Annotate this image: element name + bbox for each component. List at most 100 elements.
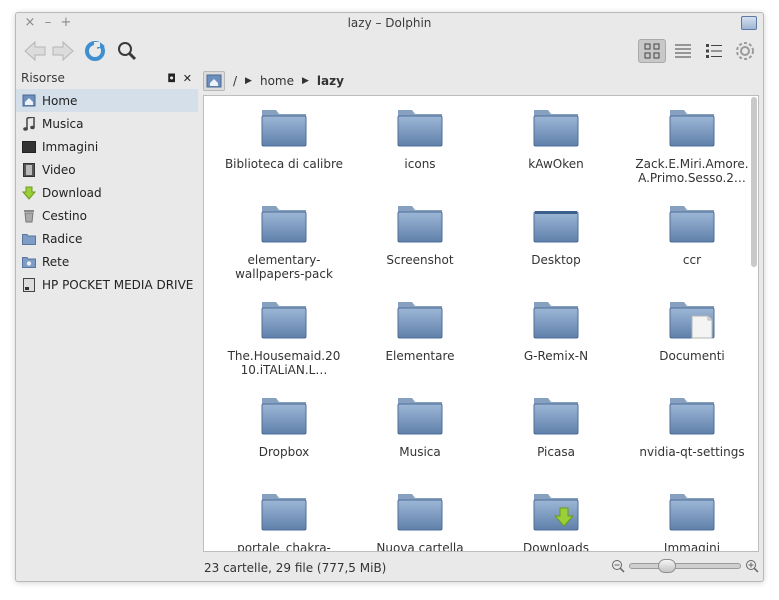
details-view-icon — [706, 44, 722, 58]
place-home[interactable]: Home — [16, 89, 198, 112]
place-label: HP POCKET MEDIA DRIVE — [42, 277, 194, 292]
download-icon — [22, 186, 36, 200]
file-item[interactable]: Downloads — [488, 488, 624, 551]
icons-view-icon — [644, 43, 660, 59]
folder-icon — [260, 106, 308, 151]
place-label: Radice — [42, 231, 83, 246]
file-item[interactable]: nvidia-qt-settings — [624, 392, 758, 488]
window-title: lazy – Dolphin — [347, 16, 432, 30]
arrow-left-icon — [24, 40, 46, 62]
places-panel-header: Risorse ◘ ✕ — [16, 69, 198, 89]
file-item[interactable]: The.Housemaid.2010.iTALiAN.L… — [216, 296, 352, 392]
panel-close-icon[interactable]: ✕ — [183, 70, 192, 88]
folder-icon — [532, 394, 580, 439]
zoom-slider-handle[interactable] — [658, 559, 676, 573]
breadcrumb-root[interactable]: / — [233, 74, 237, 88]
places-panel-title: Risorse — [21, 71, 65, 85]
breadcrumb-separator-icon[interactable]: ▶ — [302, 76, 309, 86]
status-text: 23 cartelle, 29 file (777,5 MiB) — [204, 561, 387, 575]
desktop-folder-icon — [532, 202, 580, 247]
file-item-label: Elementare — [385, 349, 455, 363]
file-item-label: icons — [404, 157, 436, 171]
folder-icon — [396, 202, 444, 247]
file-item-label: Immagini — [663, 541, 721, 552]
zoom-in-icon[interactable] — [745, 559, 759, 573]
file-item[interactable]: Zack.E.Miri.Amore.A.Primo.Sesso.2… — [624, 104, 758, 200]
file-item-label: Picasa — [537, 445, 575, 459]
dolphin-window: × – + lazy – Dolphin Risorse ◘ ✕ Home Mu… — [15, 12, 764, 582]
file-item-label: kAwOken — [528, 157, 584, 171]
place-label: Home — [42, 93, 78, 108]
home-icon — [206, 74, 222, 88]
folder-icon — [396, 394, 444, 439]
forward-button[interactable] — [50, 39, 76, 63]
folder-icon — [260, 202, 308, 247]
file-item-label: Dropbox — [258, 445, 310, 459]
toolbar — [16, 35, 763, 67]
gear-icon — [736, 42, 754, 60]
search-button[interactable] — [114, 39, 140, 63]
settings-button[interactable] — [732, 39, 758, 63]
file-item[interactable]: kAwOken — [488, 104, 624, 200]
places-list: Home Musica Immagini Video Download Cest… — [16, 89, 198, 296]
file-item-label: Screenshot — [386, 253, 454, 267]
vertical-scrollbar[interactable] — [751, 97, 757, 267]
statusbar: 23 cartelle, 29 file (777,5 MiB) — [203, 557, 759, 579]
file-item[interactable]: Musica — [352, 392, 488, 488]
file-item[interactable]: G-Remix-N — [488, 296, 624, 392]
drive-icon — [22, 277, 36, 292]
network-icon — [22, 255, 36, 269]
file-item[interactable]: Desktop — [488, 200, 624, 296]
app-menu-icon[interactable] — [741, 16, 757, 30]
video-icon — [22, 162, 36, 177]
file-item[interactable]: elementary-wallpapers-pack — [216, 200, 352, 296]
place-root[interactable]: Radice — [16, 227, 198, 250]
file-item[interactable]: Documenti — [624, 296, 758, 392]
breadcrumb-current[interactable]: lazy — [317, 74, 344, 88]
breadcrumb-separator-icon[interactable]: ▶ — [245, 76, 252, 86]
file-view[interactable]: Biblioteca di calibre icons kAwOken Zack.E.… — [203, 95, 759, 552]
file-item-label: nvidia-qt-settings — [639, 445, 745, 459]
folder-icon — [532, 106, 580, 151]
file-item[interactable]: Picasa — [488, 392, 624, 488]
zoom-slider[interactable] — [629, 559, 741, 573]
details-view-button[interactable] — [701, 39, 727, 63]
file-item[interactable]: Elementare — [352, 296, 488, 392]
folder-icon — [532, 298, 580, 343]
reload-button[interactable] — [82, 39, 108, 63]
panel-float-icon[interactable]: ◘ — [167, 70, 176, 88]
folder-icon — [260, 490, 308, 535]
file-item[interactable]: ccr — [624, 200, 758, 296]
zoom-out-icon[interactable] — [611, 559, 625, 573]
file-item-label: Documenti — [659, 349, 725, 363]
arrow-right-icon — [52, 40, 74, 62]
place-label: Rete — [42, 254, 70, 269]
place-trash[interactable]: Cestino — [16, 204, 198, 227]
place-label: Immagini — [42, 139, 99, 154]
reload-icon — [85, 41, 105, 61]
folder-icon — [668, 106, 716, 151]
file-item[interactable]: Immagini — [624, 488, 758, 552]
place-images[interactable]: Immagini — [16, 135, 198, 158]
file-item-label: Musica — [399, 445, 441, 459]
file-item[interactable]: Biblioteca di calibre — [216, 104, 352, 200]
file-item[interactable]: portale_chakra-project_italia — [216, 488, 352, 552]
compact-view-button[interactable] — [670, 39, 696, 63]
place-hp-pocket-drive[interactable]: HP POCKET MEDIA DRIVE — [16, 273, 198, 296]
file-item-label: portale_chakra-project_italia — [237, 541, 331, 552]
place-download[interactable]: Download — [16, 181, 198, 204]
music-icon — [22, 116, 36, 131]
icons-view-button[interactable] — [638, 39, 666, 63]
breadcrumb-home[interactable]: home — [260, 74, 294, 88]
file-item[interactable]: Nuova cartella — [352, 488, 488, 551]
documents-folder-icon — [668, 298, 716, 343]
back-button[interactable] — [22, 39, 48, 63]
file-item[interactable]: Screenshot — [352, 200, 488, 296]
place-network[interactable]: Rete — [16, 250, 198, 273]
place-video[interactable]: Video — [16, 158, 198, 181]
breadcrumb-home-button[interactable] — [203, 71, 225, 91]
file-item[interactable]: Dropbox — [216, 392, 352, 488]
place-music[interactable]: Musica — [16, 112, 198, 135]
file-item[interactable]: icons — [352, 104, 488, 200]
trash-icon — [22, 209, 36, 223]
